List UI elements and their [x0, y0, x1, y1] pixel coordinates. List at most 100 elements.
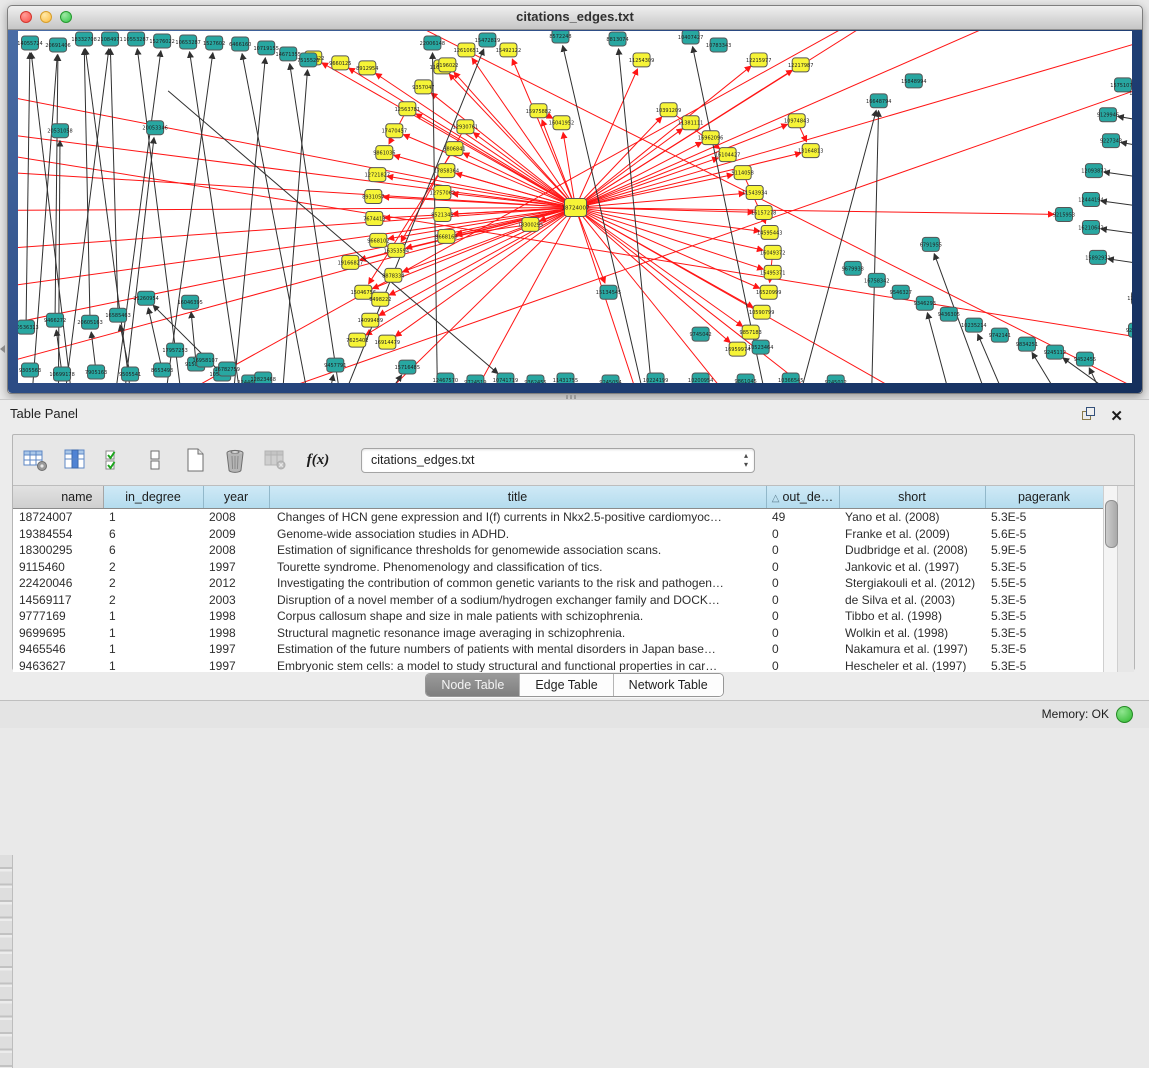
graph-node[interactable]: 9668102 — [367, 233, 389, 247]
column-header-in-degree[interactable]: in_degree — [103, 486, 203, 509]
graph-node[interactable]: 9546327 — [890, 285, 912, 299]
graph-edge[interactable] — [576, 207, 1054, 214]
graph-node[interactable]: 14595443 — [757, 225, 782, 239]
graph-node[interactable]: 17858364 — [434, 164, 459, 178]
table-cell[interactable]: 1998 — [203, 608, 269, 625]
tab-network-table[interactable]: Network Table — [614, 674, 723, 696]
table-cell[interactable]: 0 — [766, 608, 839, 625]
new-table-button[interactable] — [181, 446, 209, 474]
tab-edge-table[interactable]: Edge Table — [520, 674, 613, 696]
table-row[interactable]: 1938455462009Genome-wide association stu… — [13, 526, 1103, 543]
graph-node[interactable]: 12103416 — [1127, 291, 1132, 305]
graph-edge[interactable] — [348, 375, 401, 383]
graph-edge[interactable] — [158, 53, 213, 383]
table-cell[interactable]: 1997 — [203, 641, 269, 658]
graph-node[interactable]: 8521345 — [431, 207, 453, 221]
graph-node[interactable]: 10699178 — [49, 367, 74, 381]
graph-edge[interactable] — [576, 142, 702, 207]
graph-node[interactable]: 12093872 — [1081, 164, 1106, 178]
graph-edge[interactable] — [576, 158, 719, 208]
table-cell[interactable]: 0 — [766, 641, 839, 658]
table-cell[interactable]: Hescheler et al. (1997) — [839, 658, 985, 673]
graph-edge[interactable] — [278, 70, 307, 383]
graph-node[interactable]: 10590799 — [749, 305, 774, 319]
graph-edge[interactable] — [55, 55, 58, 320]
graph-node[interactable]: 15492122 — [496, 43, 521, 57]
graph-node[interactable]: 9742141 — [989, 328, 1011, 342]
graph-node[interactable]: 10407427 — [678, 31, 703, 44]
graph-node[interactable]: 10366545 — [778, 373, 803, 383]
graph-node[interactable]: 15975882 — [526, 104, 551, 118]
table-cell[interactable]: 1 — [103, 625, 203, 642]
memory-status-indicator[interactable] — [1116, 706, 1133, 723]
table-cell[interactable]: Stergiakouli et al. (2012) — [839, 575, 985, 592]
graph-node[interactable]: 21084971 — [97, 32, 122, 46]
graph-edge[interactable] — [18, 207, 576, 290]
table-cell[interactable]: 1997 — [203, 658, 269, 673]
graph-node[interactable]: 10783343 — [706, 38, 731, 52]
graph-node[interactable]: 8912954 — [356, 61, 378, 75]
column-header-short[interactable]: short — [839, 486, 985, 509]
table-cell[interactable]: Investigating the contribution of common… — [269, 575, 766, 592]
graph-node[interactable]: 16210643 — [1078, 220, 1103, 234]
table-cell[interactable]: 5.3E-5 — [985, 658, 1103, 673]
graph-node[interactable]: 16958107 — [192, 353, 217, 367]
graph-node[interactable]: 9114058 — [732, 166, 754, 180]
network-view[interactable]: 1872400776638229660125891295411607705935… — [18, 31, 1132, 383]
graph-node[interactable]: 15848994 — [901, 74, 926, 88]
function-builder-button[interactable]: f(x) — [301, 446, 335, 474]
table-cell[interactable]: Genome-wide association studies in ADHD. — [269, 526, 766, 543]
table-cell[interactable]: Yano et al. (2008) — [839, 509, 985, 526]
table-cell[interactable]: 2 — [103, 559, 203, 576]
table-cell[interactable]: 19384554 — [13, 526, 103, 543]
table-cell[interactable]: Dudbridge et al. (2008) — [839, 542, 985, 559]
table-cell[interactable]: 9465546 — [13, 641, 103, 658]
table-cell[interactable]: 0 — [766, 625, 839, 642]
graph-node[interactable]: 9745042 — [689, 327, 711, 341]
table-row[interactable]: 946554611997Estimation of the future num… — [13, 641, 1103, 658]
graph-edge[interactable] — [168, 61, 1132, 383]
graph-node[interactable]: 7625402 — [346, 333, 368, 347]
table-cell[interactable]: 0 — [766, 526, 839, 543]
table-mode-button[interactable] — [21, 446, 49, 474]
graph-edge[interactable] — [58, 49, 109, 383]
table-cell[interactable]: 5.3E-5 — [985, 559, 1103, 576]
graph-node[interactable]: 20053346 — [142, 121, 167, 135]
graph-edge[interactable] — [26, 53, 30, 327]
graph-edge[interactable] — [58, 141, 60, 383]
graph-edge[interactable] — [1118, 116, 1132, 126]
graph-node[interactable]: 9724519 — [464, 375, 486, 383]
graph-node[interactable]: 13164813 — [798, 144, 823, 158]
graph-node[interactable]: 16049372 — [760, 245, 785, 259]
table-cell[interactable]: Estimation of significance thresholds fo… — [269, 542, 766, 559]
graph-node[interactable]: 10391209 — [656, 103, 681, 117]
graph-node[interactable]: 9196022 — [436, 58, 458, 72]
graph-node[interactable]: 11381111 — [678, 116, 703, 130]
graph-edge[interactable] — [576, 207, 731, 342]
graph-node[interactable]: 7515526 — [297, 53, 319, 67]
graph-node[interactable]: 9436305 — [938, 307, 960, 321]
graph-node[interactable]: 12444194 — [1078, 193, 1103, 207]
graph-node[interactable]: 20531058 — [47, 124, 72, 138]
graph-node[interactable]: 17470457 — [382, 124, 407, 138]
table-cell[interactable]: 5.3E-5 — [985, 641, 1103, 658]
graph-edge[interactable] — [449, 74, 575, 207]
float-panel-icon[interactable] — [1081, 406, 1096, 426]
graph-node[interactable]: 16914479 — [375, 335, 400, 349]
column-header-pagerank[interactable]: pagerank — [985, 486, 1103, 509]
graph-node[interactable]: 9457791 — [324, 358, 346, 372]
table-cell[interactable]: 49 — [766, 509, 839, 526]
graph-node[interactable]: 15472819 — [475, 33, 500, 47]
table-cell[interactable]: 5.3E-5 — [985, 592, 1103, 609]
column-header-name[interactable]: name — [13, 486, 103, 509]
graph-node[interactable]: 15134545 — [596, 285, 621, 299]
graph-node[interactable]: 9466272 — [44, 313, 66, 327]
graph-node[interactable]: 15495371 — [760, 265, 785, 279]
graph-node[interactable]: 9834251 — [1016, 337, 1038, 351]
graph-node[interactable]: 12610651 — [454, 43, 479, 57]
graph-node[interactable]: 17957253 — [162, 343, 187, 357]
graph-node[interactable]: 8878334 — [382, 268, 404, 282]
graph-node[interactable]: 9505541 — [119, 367, 141, 381]
graph-edge[interactable] — [191, 312, 196, 364]
table-cell[interactable]: 0 — [766, 559, 839, 576]
